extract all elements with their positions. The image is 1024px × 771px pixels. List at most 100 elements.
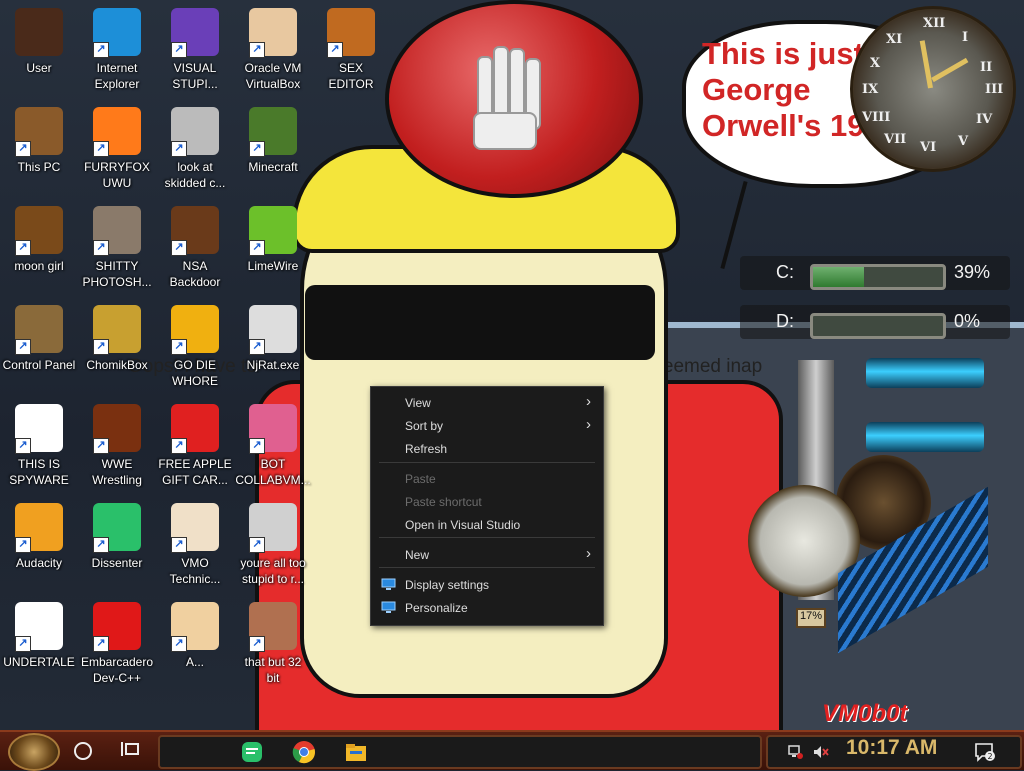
file-icon: ↗ [15,206,63,256]
desktop-icon[interactable]: ↗ Dissenter [74,499,160,594]
drive-letter: C: [776,262,794,282]
desktop-icon[interactable]: ↗ NSA Backdoor [152,202,238,297]
safe-icon: ↗ [171,206,219,256]
lady-icon: ↗ [249,602,297,652]
editor-icon: ↗ [327,8,375,58]
apple-icon: ↗ [171,404,219,454]
menu-item-label: View [405,396,431,410]
desktop-icon-label: that but 32 bit [244,655,302,685]
search-icon[interactable] [74,742,92,760]
menu-item-paste-shortcut: Paste shortcut [371,491,603,513]
taskbar-clock[interactable]: 10:17 AM [846,736,937,760]
menu-item-sort-by[interactable]: Sort by › [371,415,603,437]
desktop-icon[interactable]: ↗ GO DIE WHORE [152,301,238,396]
desktop-icon[interactable]: ↗ look at skidded c... [152,103,238,198]
drive-meter-d[interactable]: D: 0% [740,305,1010,339]
desktop-icon[interactable]: ↗ Internet Explorer [74,4,160,99]
shortcut-arrow-icon: ↗ [171,438,187,454]
desktop-icon[interactable]: ↗ WWE Wrestling [74,400,160,495]
shortcut-arrow-icon: ↗ [93,339,109,355]
desktop-icon[interactable]: ↗ Oracle VM VirtualBox [230,4,316,99]
shortcut-arrow-icon: ↗ [171,141,187,157]
portrait-icon: ↗ [249,503,297,553]
computer-icon: ↗ [15,107,63,157]
oven-icon: ↗ [93,404,141,454]
desktop-icon-label: LimeWire [247,259,299,273]
desktop-icon[interactable]: ↗ VMO Technic... [152,499,238,594]
menu-item-label: Sort by [405,419,444,433]
desktop-icon[interactable]: ↗ youre all too stupid to r... [230,499,316,594]
desktop-icon[interactable]: ↗ UNDERTALE [0,598,82,693]
start-button[interactable] [8,733,60,771]
menu-item-view[interactable]: View › [371,392,603,414]
desktop-icon[interactable]: ↗ SHITTY PHOTOSH... [74,202,160,297]
drive-meter-c[interactable]: C: 39% [740,256,1010,290]
chevron-right-icon: › [586,545,591,562]
desktop-icon-label: Dissenter [91,556,143,570]
menu-item-label: Paste [405,472,436,486]
desktop-icon[interactable]: ↗ ChomikBox [74,301,160,396]
desktop-icon-label: moon girl [14,259,64,273]
gimp-icon: ↗ [93,206,141,256]
shortcut-arrow-icon: ↗ [327,42,343,58]
menu-item-label: Open in Visual Studio [405,518,521,532]
menu-item-personalize[interactable]: Personalize [371,597,603,619]
desktop-icon[interactable]: ↗ VISUAL STUPI... [152,4,238,99]
desktop-icon[interactable]: ↗ This PC [0,103,82,198]
menu-separator [379,567,595,568]
unity-icon: ↗ [15,602,63,652]
shortcut-arrow-icon: ↗ [93,42,109,58]
notification-count: 2 [987,752,992,761]
task-view-icon[interactable] [120,740,140,758]
monitor-icon: ↗ [249,404,297,454]
notifications-icon[interactable]: 2 [974,742,996,762]
drive-percent: 39% [954,262,991,282]
drive-percent: 0% [954,311,981,331]
desktop-icon-label: Minecraft [248,160,298,174]
shortcut-arrow-icon: ↗ [15,240,31,256]
desktop-icon[interactable]: ↗ Embarcadero Dev-C++ [74,598,160,693]
menu-item-refresh[interactable]: Refresh [371,438,603,460]
drive-letter: D: [776,311,794,331]
desktop-icon[interactable]: ↗ NjRat.exe [230,301,316,396]
desktop-icon[interactable]: ↗ A... [152,598,238,693]
desktop-icon-label: Oracle VM VirtualBox [244,61,302,91]
shortcut-arrow-icon: ↗ [93,240,109,256]
menu-item-display-settings[interactable]: Display settings [371,574,603,596]
desktop-icon[interactable]: User [0,4,82,99]
desktop-icon-label: BOT COLLABVM... [235,457,311,487]
desktop-icon[interactable]: ↗ Minecraft [230,103,316,198]
desktop-icon-label: Embarcadero Dev-C++ [80,655,154,685]
desktop-icon[interactable]: ↗ moon girl [0,202,82,297]
desktop-icon-label: THIS IS SPYWARE [9,457,69,487]
file-explorer-taskbar-icon[interactable] [344,740,368,764]
dissenter-taskbar-icon[interactable] [240,740,264,764]
desktop-icon[interactable]: ↗ BOT COLLABVM... [230,400,316,495]
menu-item-new[interactable]: New › [371,544,603,566]
desktop-icon[interactable]: ↗ that but 32 bit [230,598,316,693]
limewire-icon: ↗ [249,206,297,256]
desktop-icon[interactable]: ↗ Control Panel [0,301,82,396]
desktop-icon[interactable]: ↗ LimeWire [230,202,316,297]
skull-icon: ↗ [249,305,297,355]
desktop-icon[interactable]: ↗ FREE APPLE GIFT CAR... [152,400,238,495]
desktop-icon-label: This PC [17,160,61,174]
firefox-icon: ↗ [93,107,141,157]
network-icon[interactable] [788,744,804,760]
desktop-icon[interactable]: ↗ Audacity [0,499,82,594]
desktop-icon[interactable]: ↗ FURRYFOX UWU [74,103,160,198]
menu-item-paste: Paste [371,468,603,490]
shortcut-arrow-icon: ↗ [93,141,109,157]
speaker-muted-icon[interactable] [812,744,830,760]
desktop-icon-label: ChomikBox [86,358,148,372]
chrome-taskbar-icon[interactable] [292,740,316,764]
desktop-icon[interactable]: ↗ THIS IS SPYWARE [0,400,82,495]
man-icon: ↗ [171,602,219,652]
menu-item-open-in-visual-studio[interactable]: Open in Visual Studio [371,514,603,536]
edge-icon: ↗ [93,8,141,58]
taskbar-apps-area [158,735,762,769]
lamp-icon: ↗ [15,305,63,355]
copy-folder-icon: ↗ [171,107,219,157]
desktop-icon[interactable]: ↗ SEX EDITOR [308,4,394,99]
shortcut-arrow-icon: ↗ [15,438,31,454]
